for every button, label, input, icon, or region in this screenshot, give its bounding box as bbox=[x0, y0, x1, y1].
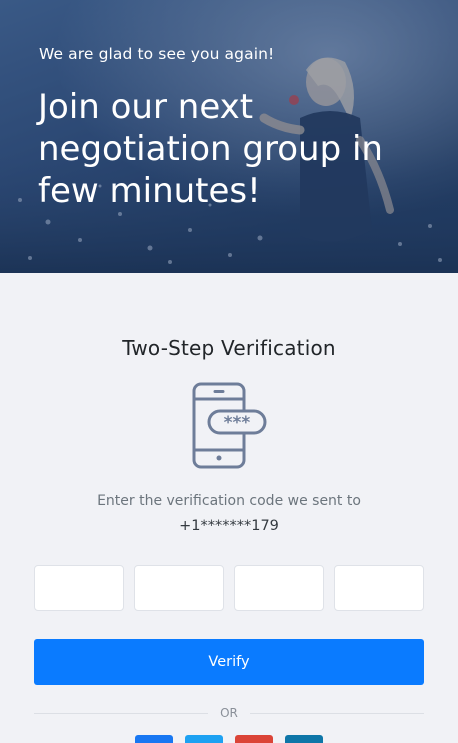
verify-button[interactable]: Verify bbox=[34, 639, 424, 685]
facebook-login-button[interactable] bbox=[135, 735, 173, 743]
verification-description: Enter the verification code we sent to bbox=[97, 493, 361, 509]
page-title: Two-Step Verification bbox=[122, 336, 336, 360]
linkedin-login-button[interactable] bbox=[285, 735, 323, 743]
code-input-3[interactable] bbox=[234, 565, 324, 611]
divider-right bbox=[250, 713, 424, 714]
google-login-button[interactable] bbox=[235, 735, 273, 743]
masked-phone-number: +1*******179 bbox=[179, 518, 279, 534]
twitter-login-button[interactable] bbox=[185, 735, 223, 743]
code-input-1[interactable] bbox=[34, 565, 124, 611]
phone-password-icon: *** bbox=[192, 382, 267, 469]
code-input-2[interactable] bbox=[134, 565, 224, 611]
hero-title: Join our next negotiation group in few m… bbox=[38, 87, 383, 211]
svg-text:***: *** bbox=[224, 413, 251, 433]
divider-left bbox=[34, 713, 208, 714]
or-divider-label: OR bbox=[220, 706, 238, 720]
hero-banner: We are glad to see you again! Join our n… bbox=[0, 0, 458, 273]
hero-subtitle: We are glad to see you again! bbox=[39, 45, 275, 63]
code-input-4[interactable] bbox=[334, 565, 424, 611]
